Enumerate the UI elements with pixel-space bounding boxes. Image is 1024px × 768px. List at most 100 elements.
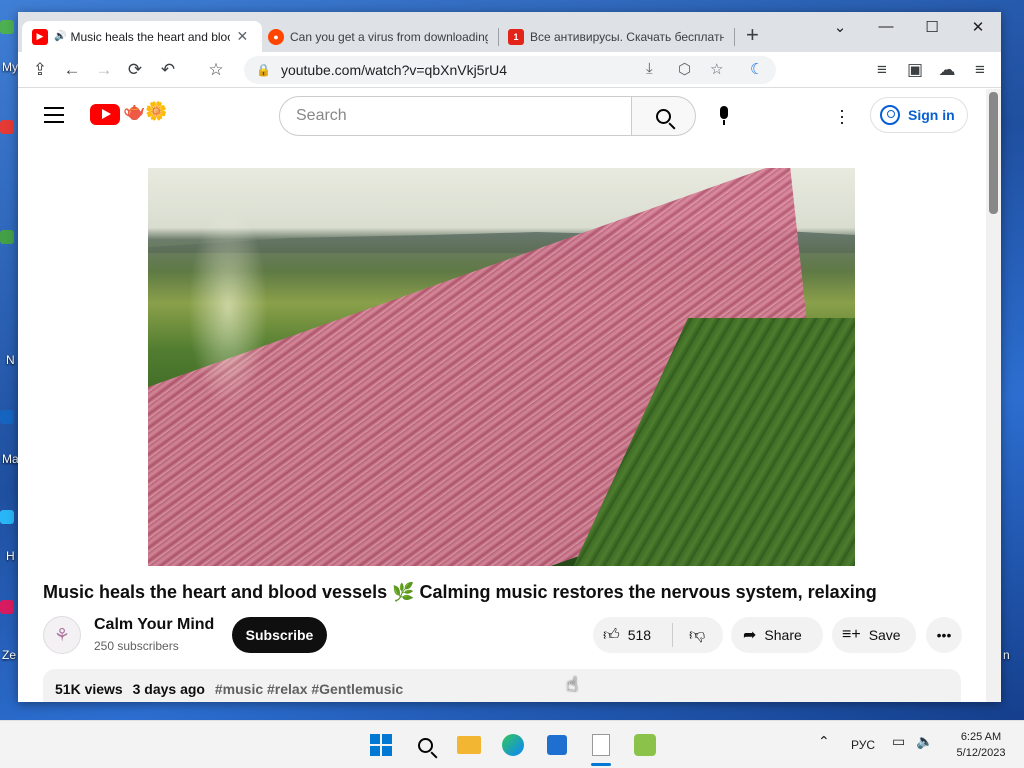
lock-icon: 🔒 [256, 63, 271, 77]
page-scrollbar[interactable] [986, 89, 1001, 702]
reload-button[interactable]: ⟳ [123, 58, 147, 82]
back-button[interactable]: ← [60, 58, 84, 82]
close-icon[interactable]: ✕ [236, 28, 248, 45]
save-label: Save [868, 627, 901, 643]
language-indicator[interactable]: РУС [851, 738, 875, 752]
description-box[interactable]: 51K views 3 days ago #music #relax #Gent… [43, 669, 961, 702]
dark-mode-icon[interactable]: ☾ [750, 60, 763, 78]
close-window-button[interactable]: ✕ [963, 18, 993, 36]
menu-icon[interactable]: ≡ [968, 58, 992, 82]
volume-icon[interactable]: 🔈 [916, 733, 933, 750]
microphone-icon[interactable] [717, 106, 731, 128]
hamburger-menu-icon[interactable] [44, 107, 64, 123]
subscribe-button[interactable]: Subscribe [232, 617, 327, 653]
sidebar-icon[interactable]: ▣ [903, 58, 927, 82]
share-icon: ➦ [743, 627, 757, 644]
desktop-icon-label: Ze [2, 648, 17, 662]
media-controls-icon[interactable]: ≡ [870, 58, 894, 82]
network-icon[interactable]: ▭ [892, 733, 905, 750]
edge-browser-icon[interactable] [499, 731, 527, 759]
cloud-upload-icon[interactable]: ☁ [935, 58, 959, 82]
tab-search-button[interactable]: ⌄ [825, 18, 855, 36]
doodle-logo-icon[interactable]: 🫖🌼 [123, 101, 168, 122]
more-actions-button[interactable]: ••• [926, 617, 962, 653]
desktop-icon[interactable] [0, 120, 14, 134]
tab-title: Все антивирусы. Скачать бесплатно [530, 29, 724, 44]
undo-close-tab-button[interactable]: ↶ [156, 58, 180, 82]
bookmark-icon[interactable]: ☆ [710, 60, 723, 78]
start-button[interactable] [367, 731, 395, 759]
download-manager-icon[interactable]: ⇪ [28, 58, 52, 82]
search-taskbar-button[interactable] [411, 731, 439, 759]
youtube-header: 🫖🌼 Search · · · Sign in [18, 89, 986, 143]
more-horizontal-icon: ••• [936, 627, 952, 643]
desktop-icon-label: Ma [2, 452, 19, 466]
windows-logo-icon [370, 734, 392, 756]
video-player[interactable] [148, 168, 855, 566]
sign-in-button[interactable]: Sign in [870, 97, 968, 133]
more-options-icon[interactable]: · · · [838, 101, 846, 131]
tab-strip: ▶ 🔊 Music heals the heart and blood vess… [18, 12, 1001, 52]
search-input[interactable]: Search [279, 96, 632, 136]
channel-avatar[interactable]: ⚘ [43, 616, 81, 654]
clock-date: 5/12/2023 [956, 747, 1006, 759]
notepad-icon[interactable] [587, 731, 615, 766]
scrollbar-thumb[interactable] [989, 92, 998, 214]
tab-separator [734, 28, 735, 46]
channel-name[interactable]: Calm Your Mind [94, 616, 214, 634]
desktop-icon[interactable] [0, 230, 14, 244]
youtube-icon: ▶ [32, 28, 48, 45]
sign-in-label: Sign in [908, 107, 955, 123]
app-icon[interactable] [631, 731, 659, 759]
forward-button[interactable]: → [92, 58, 116, 82]
share-button[interactable]: ➦ Share [731, 617, 823, 653]
url-text: youtube.com/watch?v=qbXnVkj5rU4 [280, 62, 508, 78]
browser-toolbar: ⇪ ← → ⟳ ↶ ☆ 🔒 youtube.com/watch?v=qbXnVk… [18, 52, 1001, 88]
subscriber-count: 250 subscribers [94, 639, 179, 653]
tab-title: Can you get a virus from downloading [290, 29, 488, 44]
video-frame-sunlight [188, 208, 268, 408]
tab-antivirus[interactable]: 1 Все антивирусы. Скачать бесплатно [498, 21, 734, 52]
desktop-icon-label: H [6, 549, 15, 563]
address-bar[interactable]: 🔒 youtube.com/watch?v=qbXnVkj5rU4 ⤓ ⬡ ☆ … [244, 56, 776, 84]
search-icon [656, 108, 671, 124]
minimize-button[interactable]: — [871, 18, 901, 35]
taskbar: ⌃ РУС ▭ 🔈 6:25 AM 5/12/2023 [0, 720, 1024, 768]
like-count: 518 [627, 627, 652, 643]
file-explorer-icon[interactable] [455, 731, 483, 759]
desktop-icon[interactable] [0, 600, 14, 614]
extension-icon[interactable]: ⬡ [678, 60, 691, 78]
share-label: Share [764, 627, 802, 643]
hashtags[interactable]: #music #relax #Gentlemusic [215, 681, 403, 697]
view-count: 51K views [55, 681, 123, 697]
youtube-logo[interactable] [90, 104, 120, 125]
store-icon[interactable] [543, 731, 571, 759]
desktop-icon[interactable] [0, 20, 14, 34]
site-icon: 1 [508, 28, 524, 45]
tab-reddit[interactable]: ● Can you get a virus from downloading [258, 21, 498, 52]
maximize-button[interactable]: ☐ [917, 18, 947, 36]
desktop-icon-label: N [6, 353, 15, 367]
like-button[interactable]: 👍︎ 518 [593, 623, 673, 647]
new-tab-button[interactable]: + [746, 24, 759, 46]
mouse-cursor-icon: ☝ [566, 674, 579, 696]
tab-youtube[interactable]: ▶ 🔊 Music heals the heart and blood vess… [22, 21, 262, 52]
search-icon [417, 737, 433, 753]
save-button[interactable]: ≡+ Save [832, 617, 916, 653]
system-clock[interactable]: 6:25 AM 5/12/2023 [944, 729, 1018, 761]
bookmark-star-icon[interactable]: ☆ [204, 58, 228, 82]
desktop-icon-label: My [2, 60, 18, 74]
search-button[interactable] [632, 96, 696, 136]
install-app-icon[interactable]: ⤓ [646, 60, 653, 77]
user-icon [880, 105, 900, 125]
show-hidden-icons-icon[interactable]: ⌃ [818, 733, 830, 750]
dislike-button[interactable]: 👎︎ [673, 626, 705, 645]
upload-age: 3 days ago [132, 681, 205, 697]
browser-window: ▶ 🔊 Music heals the heart and blood vess… [18, 12, 1001, 702]
reddit-icon: ● [268, 28, 284, 45]
video-title: Music heals the heart and blood vessels … [43, 582, 877, 602]
desktop-icon[interactable] [0, 410, 14, 424]
like-dislike-group: 👍︎ 518 👎︎ [593, 617, 723, 653]
desktop-icon[interactable] [0, 510, 14, 524]
audio-playing-icon: 🔊 [54, 31, 67, 42]
